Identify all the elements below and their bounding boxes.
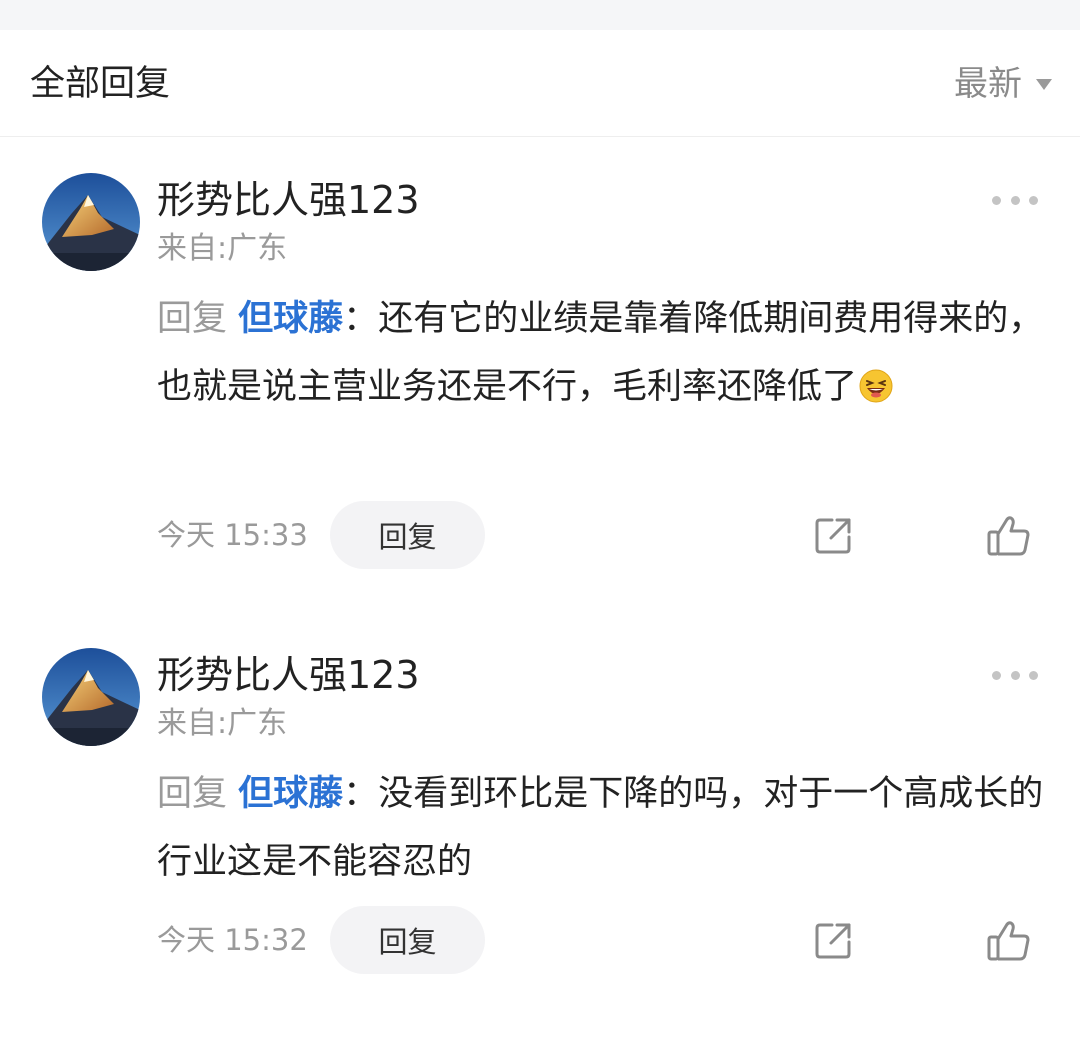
separator: ： [343,299,379,339]
replies-header: 全部回复 最新 [0,30,1080,137]
username[interactable]: 形势比人强123 [157,650,420,700]
location-label: 来自:广东 [157,706,288,741]
sort-label: 最新 [954,64,1022,104]
more-dots-icon[interactable] [992,193,1038,207]
caret-down-icon [1036,78,1052,90]
thumbs-up-icon[interactable] [986,918,1032,962]
top-divider-strip [0,0,1080,30]
timestamp: 今天 15:33 [157,518,308,552]
more-dots-icon[interactable] [992,668,1038,682]
share-icon[interactable] [812,920,854,962]
all-replies-title: 全部回复 [30,64,171,104]
avatar[interactable] [42,173,140,271]
share-icon[interactable] [812,515,854,557]
comment-text: 回复 但球藤：没看到环比是下降的吗，对于一个高成长的行业这是不能容忍的 [157,760,1047,896]
reply-button[interactable]: 回复 [330,906,485,974]
location-label: 来自:广东 [157,231,288,266]
separator: ： [343,774,379,814]
sort-dropdown[interactable]: 最新 [954,62,1052,106]
reply-prefix: 回复 [157,299,228,339]
comment-text: 回复 但球藤：还有它的业绩是靠着降低期间费用得来的，也就是说主营业务还是不行，毛… [157,285,1047,421]
username[interactable]: 形势比人强123 [157,175,420,225]
mentioned-user-link[interactable]: 但球藤 [238,299,343,339]
thumbs-up-icon[interactable] [986,513,1032,557]
mentioned-user-link[interactable]: 但球藤 [238,774,343,814]
laughing-emoji-icon [859,369,893,403]
reply-prefix: 回复 [157,774,228,814]
timestamp: 今天 15:32 [157,923,308,957]
avatar[interactable] [42,648,140,746]
reply-button[interactable]: 回复 [330,501,485,569]
